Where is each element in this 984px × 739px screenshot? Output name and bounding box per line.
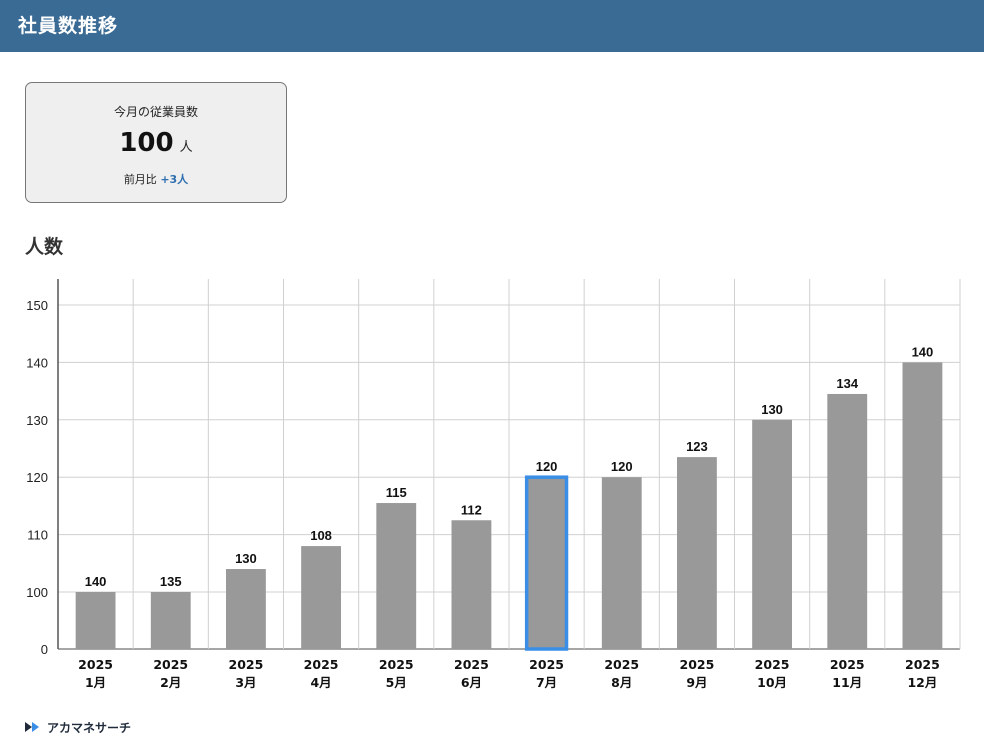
x-tick-label-month: 9月 — [686, 675, 707, 690]
data-label: 140 — [912, 344, 934, 359]
data-label: 134 — [836, 376, 858, 391]
x-tick-label-year: 2025 — [78, 657, 113, 672]
data-label: 140 — [85, 574, 107, 589]
bar — [225, 569, 266, 649]
logo-arrow-icon — [25, 722, 39, 732]
page-title: 社員数推移 — [18, 15, 119, 37]
x-tick-label-year: 2025 — [604, 657, 639, 672]
bar — [150, 592, 191, 649]
bar — [301, 546, 342, 649]
x-tick-label-month: 11月 — [832, 675, 862, 690]
x-tick-label-month: 8月 — [611, 675, 632, 690]
employee-count-card: 今月の従業員数 100 人 前月比 +3人 — [25, 82, 287, 203]
compare-label: 前月比 — [123, 173, 157, 186]
x-tick-label-year: 2025 — [830, 657, 865, 672]
data-label: 115 — [386, 485, 407, 500]
bar-highlighted — [524, 475, 569, 651]
stat-label: 今月の従業員数 — [113, 105, 198, 119]
x-tick-label-year: 2025 — [680, 657, 715, 672]
x-tick-label-month: 6月 — [461, 675, 482, 690]
y-tick-label: 130 — [26, 413, 48, 428]
bar — [75, 592, 116, 649]
data-label: 130 — [235, 551, 257, 566]
x-tick-label-year: 2025 — [905, 657, 940, 672]
data-label: 112 — [461, 502, 482, 517]
bar — [902, 362, 943, 649]
x-tick-label-month: 1月 — [85, 675, 106, 690]
x-tick-label-year: 2025 — [379, 657, 414, 672]
bar — [601, 477, 642, 649]
data-label: 135 — [160, 574, 182, 589]
x-tick-label-month: 2月 — [160, 675, 181, 690]
data-label: 120 — [536, 459, 558, 474]
data-label: 108 — [310, 528, 332, 543]
stat-value: 100 — [119, 128, 174, 158]
x-tick-label-month: 10月 — [757, 675, 787, 690]
x-tick-label-year: 2025 — [229, 657, 264, 672]
x-tick-label-year: 2025 — [755, 657, 790, 672]
y-tick-label: 110 — [27, 528, 48, 543]
x-tick-label-year: 2025 — [529, 657, 564, 672]
x-tick-label-month: 5月 — [386, 675, 407, 690]
y-tick-label: 0 — [41, 642, 48, 657]
bar — [376, 503, 417, 649]
y-tick-label: 100 — [26, 585, 48, 600]
bar — [451, 520, 492, 649]
x-tick-label-month: 4月 — [310, 675, 331, 690]
x-tick-label-year: 2025 — [454, 657, 489, 672]
bar — [752, 419, 793, 649]
x-tick-label-year: 2025 — [304, 657, 339, 672]
x-tick-label-month: 3月 — [235, 675, 256, 690]
x-tick-label-month: 12月 — [907, 675, 937, 690]
chart-section-title: 人数 — [25, 236, 64, 258]
stat-unit: 人 — [179, 140, 193, 155]
data-label: 120 — [611, 459, 633, 474]
brand-name: アカマネサーチ — [47, 720, 132, 735]
brand-logo: アカマネサーチ — [25, 717, 131, 737]
compare-delta: +3人 — [160, 173, 189, 186]
stat-value-row: 100 人 — [26, 128, 286, 158]
stat-compare: 前月比 +3人 — [26, 171, 286, 187]
y-tick-label: 140 — [26, 355, 48, 370]
data-label: 123 — [686, 439, 708, 454]
employee-bar-chart: 0 100 110 120 130 140 150 140 2025 1月 135 2025 2月 130… — [26, 279, 961, 690]
bar — [827, 393, 868, 649]
x-tick-label-month: 7月 — [536, 675, 557, 690]
data-label: 130 — [761, 402, 783, 417]
page-header: 社員数推移 — [0, 0, 984, 52]
y-tick-label: 120 — [26, 470, 48, 485]
x-tick-label-year: 2025 — [153, 657, 188, 672]
y-tick-label: 150 — [26, 298, 48, 313]
bar — [676, 457, 717, 649]
